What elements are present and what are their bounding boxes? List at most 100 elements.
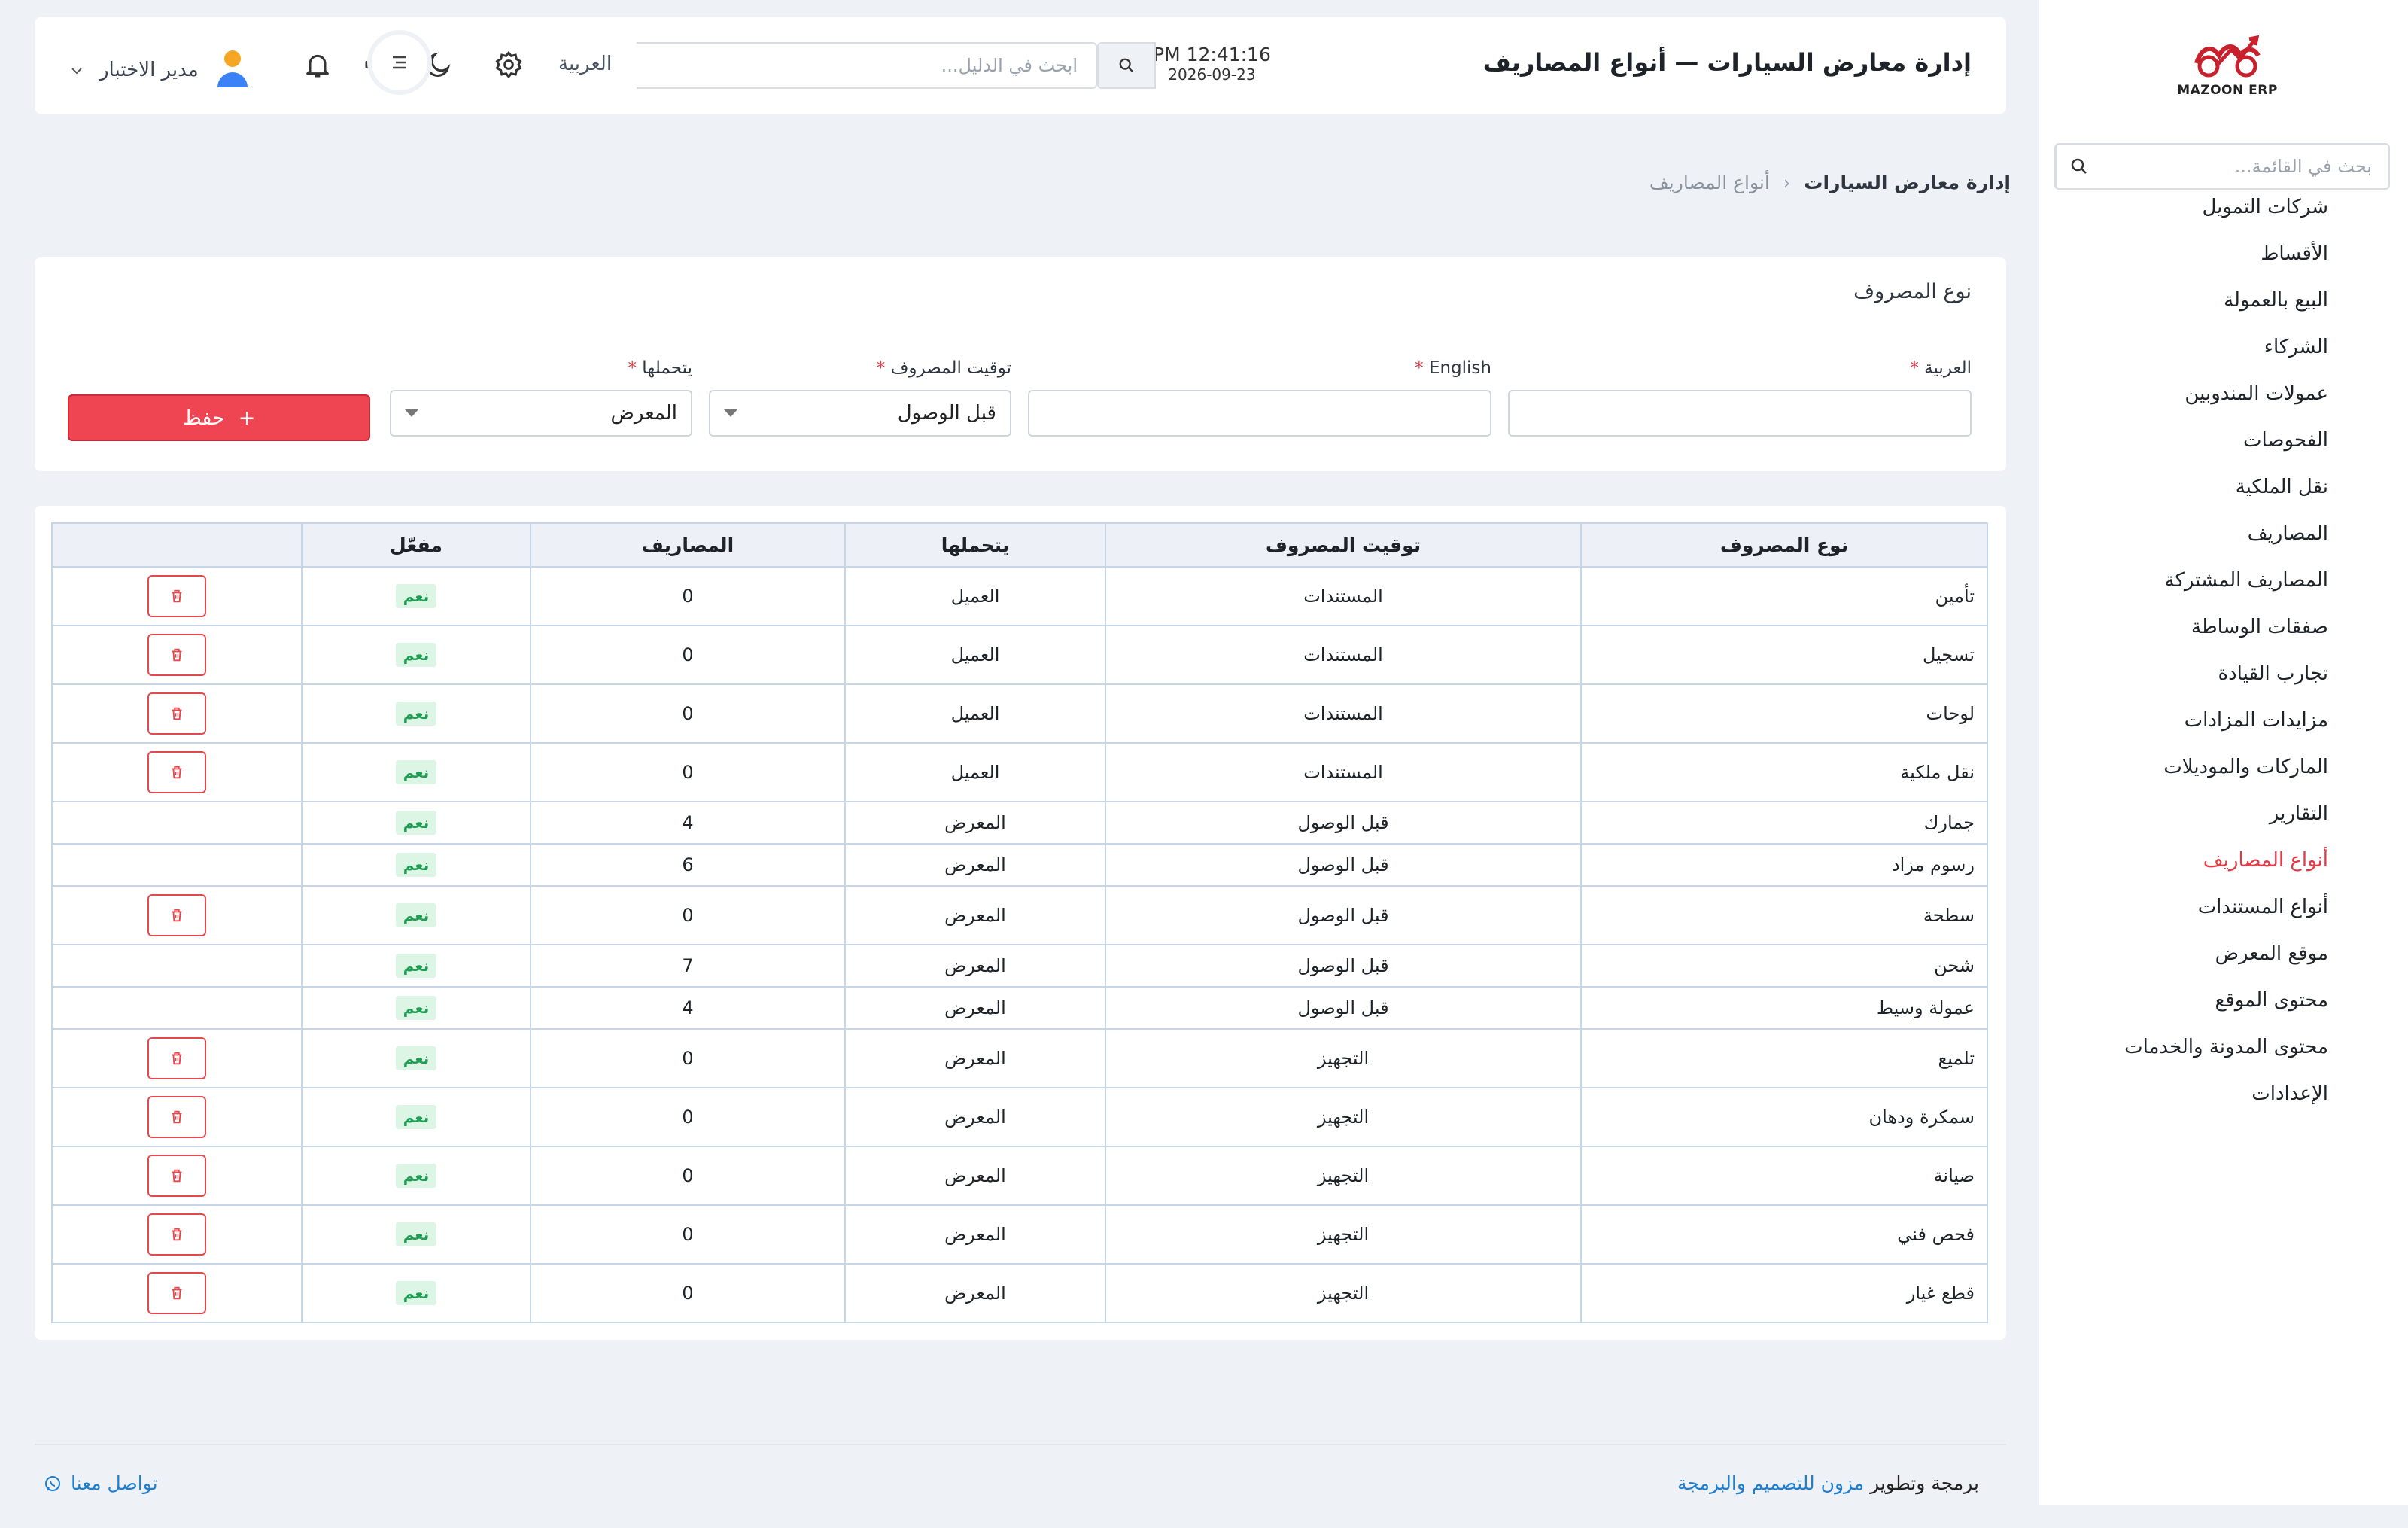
sidebar-item-site-content[interactable]: محتوى الموقع — [2039, 977, 2408, 1024]
delete-button[interactable] — [147, 1037, 206, 1079]
trash-icon — [172, 909, 182, 922]
sidebar-toggle-button[interactable] — [367, 30, 432, 95]
bearer-label: يتحملها * — [628, 358, 692, 378]
cell-actions — [51, 944, 303, 988]
delete-button[interactable] — [147, 751, 206, 793]
sidebar-item-commission-sales[interactable]: البيع بالعمولة — [2039, 277, 2408, 324]
sidebar-item-test-drives[interactable]: تجارب القيادة — [2039, 650, 2408, 697]
trash-icon — [172, 648, 182, 662]
trash-icon — [172, 766, 182, 779]
sidebar-item-brokerage-deals[interactable]: صفقات الوساطة — [2039, 604, 2408, 650]
delete-button[interactable] — [147, 634, 206, 676]
delete-button[interactable] — [147, 894, 206, 936]
cell-bearer: المعرض — [844, 1028, 1106, 1088]
dropdown-caret-icon — [405, 409, 418, 417]
sidebar-item-auction-bids[interactable]: مزايدات المزادات — [2039, 697, 2408, 744]
logo-icon — [2194, 35, 2261, 78]
sidebar: MAZOON ERP شركات التمويل الأقساط البيع ب… — [2039, 0, 2408, 1505]
status-badge: نعم — [395, 584, 437, 608]
trash-icon — [172, 707, 182, 720]
col-enabled: مفعّل — [301, 522, 531, 568]
arabic-name-input[interactable] — [1508, 390, 1972, 437]
delete-button[interactable] — [147, 1155, 206, 1197]
cell-expense-type: سطحة — [1580, 885, 1988, 945]
sidebar-item-shared-expenses[interactable]: المصاريف المشتركة — [2039, 557, 2408, 604]
delete-button[interactable] — [147, 1272, 206, 1314]
language-switch[interactable]: العربية — [558, 53, 612, 75]
sidebar-item-installments[interactable]: الأقساط — [2039, 230, 2408, 277]
cell-expense-timing: قبل الوصول — [1105, 986, 1582, 1030]
sidebar-item-blog-services[interactable]: محتوى المدونة والخدمات — [2039, 1024, 2408, 1070]
settings-icon[interactable] — [489, 45, 528, 84]
sidebar-item-document-types[interactable]: أنواع المستندات — [2039, 884, 2408, 930]
sidebar-item-brands-models[interactable]: الماركات والموديلات — [2039, 744, 2408, 790]
delete-button[interactable] — [147, 575, 206, 617]
bell-icon[interactable] — [298, 45, 337, 84]
status-badge: نعم — [395, 996, 437, 1020]
logo[interactable]: MAZOON ERP — [2175, 33, 2280, 101]
status-badge: نعم — [395, 1281, 437, 1305]
whatsapp-icon — [45, 1475, 60, 1491]
expense-timing-field: توقيت المصروف * قبل الوصول — [709, 358, 1011, 437]
cell-expenses-count: 0 — [530, 1146, 846, 1206]
delete-button[interactable] — [147, 1096, 206, 1138]
sidebar-item-showroom-website[interactable]: موقع المعرض — [2039, 930, 2408, 977]
header-search-input[interactable] — [637, 42, 1097, 89]
table-row: لوحات المستندات العميل 0 نعم — [51, 683, 1988, 744]
cell-expense-timing: التجهيز — [1105, 1028, 1582, 1088]
col-expenses-count: المصاريف — [530, 522, 846, 568]
status-badge: نعم — [395, 903, 437, 927]
breadcrumb: إدارة معارض السيارات ‹ أنواع المصاريف — [1649, 172, 2011, 193]
status-badge: نعم — [395, 1105, 437, 1129]
sidebar-search-input[interactable] — [2101, 145, 2388, 188]
sidebar-item-expense-types[interactable]: أنواع المصاريف — [2039, 837, 2408, 884]
chevron-left-icon: ‹ — [1783, 172, 1791, 193]
cell-expense-type: عمولة وسيط — [1580, 986, 1988, 1030]
trash-icon — [172, 1286, 182, 1300]
cell-expense-timing: قبل الوصول — [1105, 843, 1582, 887]
contact-link[interactable]: تواصل معنا — [44, 1472, 158, 1494]
cell-enabled: نعم — [301, 1146, 531, 1206]
col-expense-timing: توقيت المصروف — [1105, 522, 1582, 568]
sidebar-item-reports[interactable]: التقارير — [2039, 790, 2408, 837]
save-button[interactable]: + حفظ — [68, 394, 370, 441]
cell-enabled: نعم — [301, 683, 531, 744]
breadcrumb-current: أنواع المصاريف — [1649, 172, 1770, 193]
sidebar-item-finance-companies[interactable]: شركات التمويل — [2039, 191, 2408, 230]
expense-timing-select[interactable]: قبل الوصول — [709, 390, 1011, 437]
clock-time: PM 12:41:16 — [1153, 44, 1271, 65]
breadcrumb-root[interactable]: إدارة معارض السيارات — [1804, 172, 2011, 193]
cell-expense-type: نقل ملكية — [1580, 742, 1988, 802]
cell-bearer: العميل — [844, 683, 1106, 744]
sidebar-item-inspections[interactable]: الفحوصات — [2039, 417, 2408, 464]
search-icon[interactable] — [2056, 145, 2101, 188]
delete-button[interactable] — [147, 1213, 206, 1256]
sidebar-item-partners[interactable]: الشركاء — [2039, 324, 2408, 370]
sidebar-item-expenses[interactable]: المصاريف — [2039, 510, 2408, 557]
english-name-label: English * — [1415, 358, 1491, 378]
sidebar-item-ownership-transfer[interactable]: نقل الملكية — [2039, 464, 2408, 510]
trash-icon — [172, 1169, 182, 1183]
bearer-select[interactable]: المعرض — [390, 390, 692, 437]
footer-brand-link[interactable]: مزون للتصميم والبرمجة — [1677, 1472, 1864, 1494]
cell-expense-type: تلميع — [1580, 1028, 1988, 1088]
status-badge: نعم — [395, 643, 437, 667]
cell-expenses-count: 0 — [530, 742, 846, 802]
sidebar-item-settings[interactable]: الإعدادات — [2039, 1070, 2408, 1117]
user-menu[interactable]: مدير الاختبار — [71, 48, 250, 92]
cell-bearer: المعرض — [844, 944, 1106, 988]
cell-enabled: نعم — [301, 566, 531, 626]
sidebar-item-agent-commissions[interactable]: عمولات المندوبين — [2039, 370, 2408, 417]
arabic-name-label: العربية * — [1910, 358, 1972, 378]
cell-bearer: العميل — [844, 625, 1106, 685]
english-name-input[interactable] — [1028, 390, 1491, 437]
sidebar-search — [2054, 143, 2390, 190]
table-row: سطحة قبل الوصول المعرض 0 نعم — [51, 885, 1988, 945]
status-badge: نعم — [395, 853, 437, 877]
cell-expenses-count: 0 — [530, 1263, 846, 1323]
cell-enabled: نعم — [301, 1087, 531, 1147]
dropdown-caret-icon — [724, 409, 737, 417]
header-search-button[interactable] — [1097, 42, 1156, 89]
cell-expense-type: لوحات — [1580, 683, 1988, 744]
delete-button[interactable] — [147, 692, 206, 735]
